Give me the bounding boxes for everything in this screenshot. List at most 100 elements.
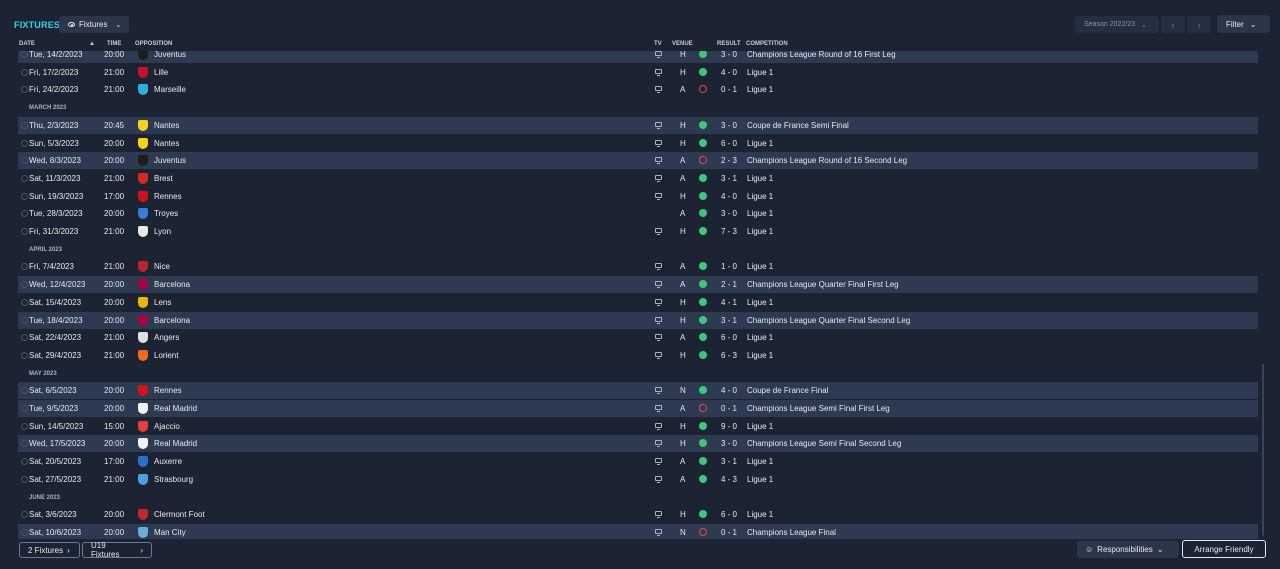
table-row[interactable]: Sat, 10/6/2023 20:00 Man City N 0 - 1 Champio… [18,523,1258,539]
match-result[interactable]: 6 - 0 [721,333,737,342]
competition-link[interactable]: Ligue 1 [747,510,773,519]
opposition-link[interactable]: Barcelona [154,316,190,325]
sort-ascending-icon[interactable]: ▲ [89,41,95,47]
match-result[interactable]: 6 - 3 [721,351,737,360]
u19-fixtures-link[interactable]: U19 Fixtures › [82,541,152,559]
opposition-link[interactable]: Real Madrid [154,439,197,448]
column-header-result[interactable]: RESULT [717,41,741,47]
competition-link[interactable]: Champions League Quarter Final Second Le… [747,316,910,325]
match-result[interactable]: 6 - 0 [721,139,737,148]
opposition-link[interactable]: Auxerre [154,457,182,466]
match-result[interactable]: 4 - 0 [721,192,737,201]
table-row[interactable]: Sat, 29/4/2023 21:00 Lorient H 6 - 3 Ligue 1 [18,347,1258,364]
table-row[interactable]: Tue, 9/5/2023 20:00 Real Madrid A 0 - 1 Champ… [18,400,1258,417]
competition-link[interactable]: Ligue 1 [747,475,773,484]
match-result[interactable]: 4 - 0 [721,386,737,395]
match-result[interactable]: 3 - 1 [721,174,737,183]
table-row[interactable]: Wed, 12/4/2023 20:00 Barcelona A 2 - 1 Champi… [18,276,1258,294]
table-row[interactable]: Fri, 7/4/2023 21:00 Nice A 1 - 0 Ligue 1 [18,258,1258,275]
competition-link[interactable]: Ligue 1 [747,333,773,342]
match-result[interactable]: 3 - 0 [721,209,737,218]
table-row[interactable]: Sat, 6/5/2023 20:00 Rennes N 4 - 0 Coupe de F… [18,382,1258,400]
opposition-link[interactable]: Lorient [154,351,178,360]
competition-link[interactable]: Ligue 1 [747,457,773,466]
previous-season-button[interactable]: ‹ [1161,16,1185,33]
match-result[interactable]: 4 - 3 [721,475,737,484]
filter-button[interactable]: Filter ⌄ [1217,15,1270,33]
column-header-opposition[interactable]: OPPOSITION [135,41,172,47]
opposition-link[interactable]: Real Madrid [154,404,197,413]
match-result[interactable]: 3 - 1 [721,457,737,466]
opposition-link[interactable]: Barcelona [154,280,190,289]
table-row[interactable]: Wed, 8/3/2023 20:00 Juventus A 2 - 3 Champion… [18,152,1258,170]
competition-link[interactable]: Ligue 1 [747,209,773,218]
next-season-button[interactable]: › [1187,16,1211,33]
opposition-link[interactable]: Lyon [154,227,171,236]
table-row[interactable]: Tue, 14/2/2023 20:00 Juventus H 3 - 0 Champio… [18,51,1258,63]
match-result[interactable]: 7 - 3 [721,227,737,236]
opposition-link[interactable]: Rennes [154,192,182,201]
match-result[interactable]: 4 - 0 [721,68,737,77]
competition-link[interactable]: Ligue 1 [747,298,773,307]
column-header-time[interactable]: TIME [107,41,121,47]
match-result[interactable]: 2 - 1 [721,280,737,289]
table-row[interactable]: Sat, 20/5/2023 17:00 Auxerre A 3 - 1 Ligue 1 [18,453,1258,470]
table-row[interactable]: Sun, 5/3/2023 20:00 Nantes H 6 - 0 Ligue 1 [18,135,1258,152]
competition-link[interactable]: Champions League Quarter Final First Leg [747,280,899,289]
match-result[interactable]: 0 - 1 [721,404,737,413]
table-row[interactable]: Sun, 19/3/2023 17:00 Rennes H 4 - 0 Ligue 1 [18,188,1258,205]
table-row[interactable]: Fri, 31/3/2023 21:00 Lyon H 7 - 3 Ligue 1 [18,223,1258,240]
match-result[interactable]: 1 - 0 [721,262,737,271]
competition-link[interactable]: Ligue 1 [747,192,773,201]
competition-link[interactable]: Ligue 1 [747,85,773,94]
competition-link[interactable]: Champions League Semi Final First Leg [747,404,890,413]
table-row[interactable]: Sat, 15/4/2023 20:00 Lens H 4 - 1 Ligue 1 [18,294,1258,311]
match-result[interactable]: 9 - 0 [721,422,737,431]
competition-link[interactable]: Ligue 1 [747,262,773,271]
match-result[interactable]: 3 - 0 [721,121,737,130]
competition-link[interactable]: Ligue 1 [747,422,773,431]
competition-link[interactable]: Ligue 1 [747,227,773,236]
table-row[interactable]: Fri, 24/2/2023 21:00 Marseille A 0 - 1 Ligue … [18,81,1258,98]
competition-link[interactable]: Ligue 1 [747,351,773,360]
table-row[interactable]: Sat, 3/6/2023 20:00 Clermont Foot H 6 - 0 Lig… [18,506,1258,523]
opposition-link[interactable]: Strasbourg [154,475,193,484]
competition-link[interactable]: Champions League Round of 16 Second Leg [747,156,907,165]
match-result[interactable]: 0 - 1 [721,528,737,537]
table-row[interactable]: Sat, 11/3/2023 21:00 Brest A 3 - 1 Ligue 1 [18,170,1258,187]
column-header-competition[interactable]: COMPETITION [746,41,788,47]
table-row[interactable]: Sat, 27/5/2023 21:00 Strasbourg A 4 - 3 Ligue… [18,471,1258,488]
competition-link[interactable]: Ligue 1 [747,139,773,148]
view-selector-button[interactable]: Fixtures ⌄ [59,16,129,33]
competition-link[interactable]: Ligue 1 [747,174,773,183]
opposition-link[interactable]: Angers [154,333,179,342]
column-header-tv[interactable]: TV [654,41,662,47]
opposition-link[interactable]: Man City [154,528,186,537]
scrollbar[interactable] [1262,364,1264,536]
competition-link[interactable]: Ligue 1 [747,68,773,77]
match-result[interactable]: 0 - 1 [721,85,737,94]
table-row[interactable]: Thu, 2/3/2023 20:45 Nantes H 3 - 0 Coupe de F… [18,116,1258,134]
table-row[interactable]: Tue, 18/4/2023 20:00 Barcelona H 3 - 1 Champi… [18,311,1258,329]
opposition-link[interactable]: Marseille [154,85,186,94]
match-result[interactable]: 6 - 0 [721,510,737,519]
competition-link[interactable]: Coupe de France Semi Final [747,121,849,130]
opposition-link[interactable]: Ajaccio [154,422,180,431]
competition-link[interactable]: Champions League Final [747,528,836,537]
opposition-link[interactable]: Juventus [154,156,186,165]
table-row[interactable]: Sun, 14/5/2023 15:00 Ajaccio H 9 - 0 Ligue 1 [18,418,1258,435]
opposition-link[interactable]: Troyes [154,209,178,218]
arrange-friendly-button[interactable]: Arrange Friendly [1182,540,1266,558]
opposition-link[interactable]: Rennes [154,386,182,395]
fixtures-count-link[interactable]: 2 Fixtures › [19,542,80,558]
opposition-link[interactable]: Nice [154,262,170,271]
match-result[interactable]: 3 - 1 [721,316,737,325]
season-selector[interactable]: Season 2022/23 ⌄ [1075,16,1159,33]
column-header-venue[interactable]: VENUE [672,41,693,47]
table-row[interactable]: Fri, 17/2/2023 21:00 Lille H 4 - 0 Ligue 1 [18,64,1258,81]
table-row[interactable]: Tue, 28/3/2023 20:00 Troyes A 3 - 0 Ligue 1 [18,205,1258,222]
match-result[interactable]: 3 - 0 [721,51,737,59]
opposition-link[interactable]: Juventus [154,51,186,59]
competition-link[interactable]: Coupe de France Final [747,386,828,395]
responsibilities-button[interactable]: ☺ Responsibilities ⌄ [1077,541,1179,558]
